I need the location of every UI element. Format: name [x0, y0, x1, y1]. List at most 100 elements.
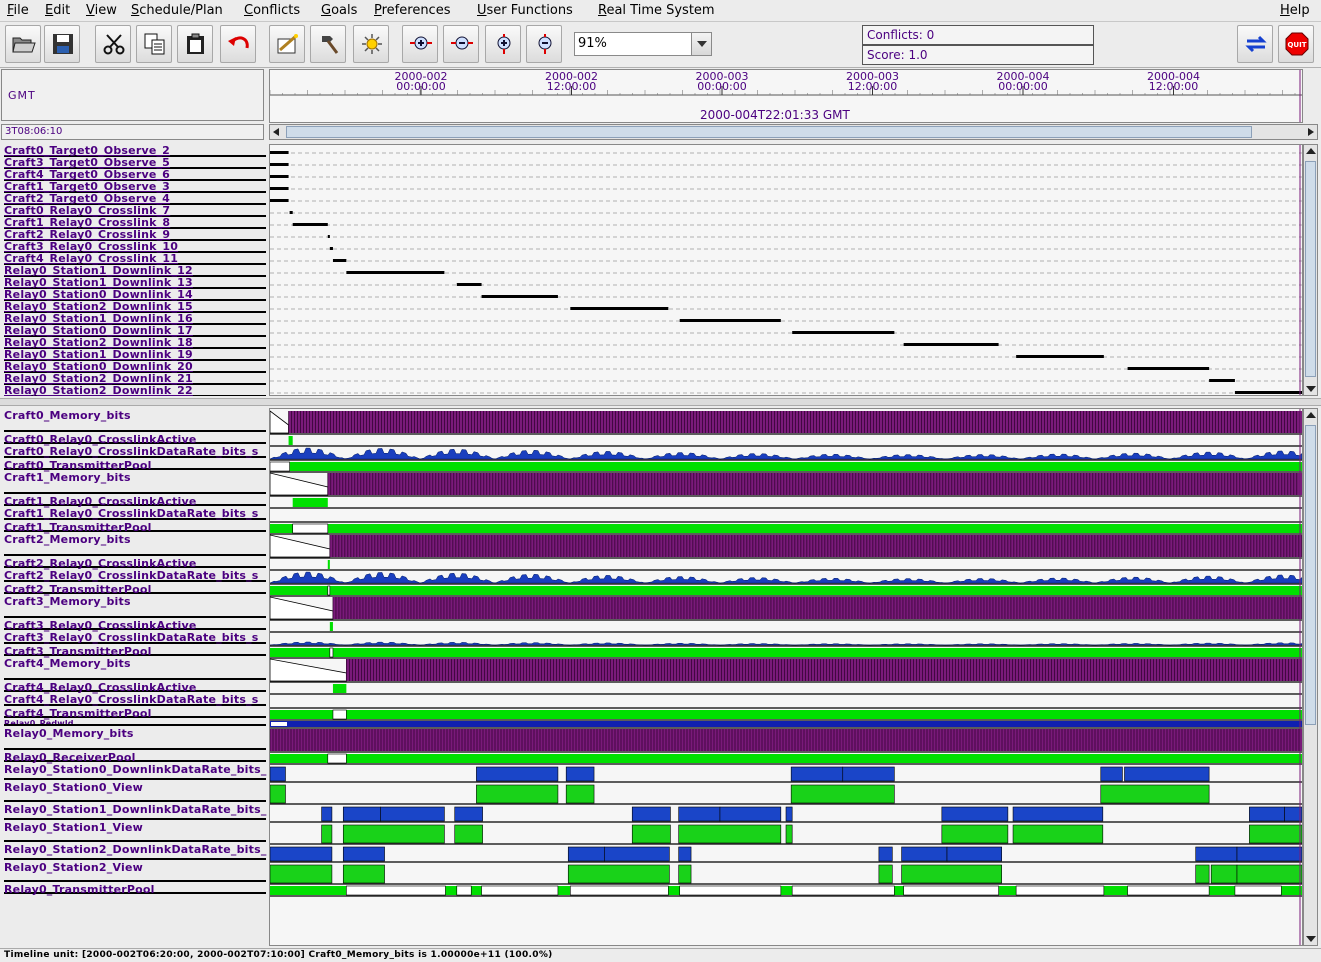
menu-schedule-plan[interactable]: Schedule/Plan — [131, 3, 223, 18]
view-block — [1100, 784, 1210, 804]
menu-goals[interactable]: Goals — [321, 3, 357, 18]
activity-scroll-thumb[interactable] — [1305, 161, 1316, 377]
resource-name[interactable]: Relay0_Station0_DownlinkDataRate_bits_ — [4, 764, 266, 780]
activity-bar — [1234, 391, 1302, 394]
downlink-block — [270, 766, 286, 782]
resource-name[interactable]: Craft1_Relay0_CrosslinkActive — [4, 496, 266, 507]
menu-user-functions[interactable]: User Functions — [477, 3, 573, 18]
downlink-block — [631, 806, 671, 822]
resource-name[interactable]: Craft2_Relay0_CrosslinkDataRate_bits_s — [4, 570, 266, 582]
resource-name[interactable]: Craft4_Memory_bits — [4, 658, 266, 680]
resource-name[interactable]: Craft2_Relay0_CrosslinkActive — [4, 558, 266, 569]
repair-button[interactable] — [310, 25, 346, 63]
downlink-block — [321, 806, 333, 822]
menu-real-time-system[interactable]: Real Time System — [598, 3, 715, 18]
activity-timeline[interactable] — [269, 144, 1303, 396]
resource-name[interactable]: Relay0_Pedwld — [4, 720, 266, 726]
resource-name[interactable]: Craft0_Relay0_CrosslinkActive — [4, 434, 266, 445]
scroll-up-icon[interactable] — [1306, 412, 1316, 418]
split-pane-divider[interactable] — [0, 398, 1321, 406]
quit-button[interactable]: QUIT — [1278, 25, 1314, 63]
zoom-out-button[interactable] — [526, 25, 562, 63]
activity-name[interactable]: Relay0_Station2_Downlink_22 — [4, 385, 266, 396]
resource-name[interactable]: Relay0_Station1_DownlinkDataRate_bits_ — [4, 804, 266, 820]
downlink-block — [1012, 806, 1104, 822]
view-block — [454, 824, 483, 844]
pool-gap — [1234, 885, 1282, 896]
resource-name[interactable]: Craft0_TransmitterPool — [4, 460, 266, 471]
activity-vertical-scrollbar[interactable] — [1303, 144, 1318, 396]
datarate-profile — [270, 447, 1302, 460]
score-value: Score: 1.0 — [862, 45, 1094, 65]
undo-button[interactable] — [220, 25, 256, 63]
memory-decline — [270, 658, 347, 682]
resource-name[interactable]: Relay0_Station2_View — [4, 862, 266, 882]
resource-name[interactable]: Craft3_Memory_bits — [4, 596, 266, 618]
axis-tick-label: 2000-002 12:00:00 — [532, 71, 612, 92]
horizontal-scroll-thumb[interactable] — [286, 126, 1252, 138]
menu-help[interactable]: Help — [1280, 3, 1310, 18]
downlink-block — [565, 766, 595, 782]
activity-bar — [481, 295, 558, 298]
scroll-left-icon[interactable] — [273, 128, 279, 136]
resource-name[interactable]: Relay0_Station0_View — [4, 782, 266, 802]
resource-name[interactable]: Relay0_Station2_DownlinkDataRate_bits_ — [4, 844, 266, 860]
save-button[interactable] — [44, 25, 80, 63]
horizontal-scrollbar[interactable] — [269, 124, 1318, 140]
zoom-fit-button[interactable] — [402, 25, 438, 63]
resource-name[interactable]: Craft0_Relay0_CrosslinkDataRate_bits_s — [4, 446, 266, 458]
menu-conflicts[interactable]: Conflicts — [244, 3, 300, 18]
state-on-block — [329, 622, 333, 631]
menu-preferences[interactable]: Preferences — [374, 3, 450, 18]
resource-timeline[interactable] — [269, 408, 1303, 946]
pool-gap — [1015, 885, 1105, 896]
scroll-down-icon[interactable] — [1306, 936, 1316, 942]
resource-vertical-scrollbar[interactable] — [1303, 408, 1318, 946]
scroll-down-icon[interactable] — [1306, 386, 1316, 392]
swap-button[interactable] — [1237, 25, 1273, 63]
downlink-block — [454, 806, 483, 822]
optimize-button[interactable] — [353, 25, 389, 63]
resource-name[interactable]: Craft2_Memory_bits — [4, 534, 266, 556]
resource-name[interactable]: Craft1_TransmitterPool — [4, 522, 266, 533]
resource-name[interactable]: Craft4_Relay0_CrosslinkActive — [4, 682, 266, 693]
schedule-button[interactable] — [269, 25, 305, 63]
resource-name[interactable]: Craft3_Relay0_CrosslinkActive — [4, 620, 266, 631]
resource-name[interactable]: Craft1_Memory_bits — [4, 472, 266, 494]
axis-tick-time: 00:00:00 — [998, 80, 1048, 93]
downlink-block — [1195, 846, 1238, 862]
resource-name[interactable]: Craft4_TransmitterPool — [4, 708, 266, 719]
time-axis[interactable]: 2000-002 00:00:00 2000-002 12:00:00 2000-003… — [269, 69, 1303, 123]
zoom-fit-icon — [410, 36, 432, 50]
chevron-down-icon[interactable] — [691, 33, 711, 55]
resource-name[interactable]: Relay0_Memory_bits — [4, 728, 266, 750]
view-block — [270, 784, 286, 804]
axis-tick-time: 12:00:00 — [847, 80, 898, 93]
menu-view[interactable]: View — [86, 3, 117, 18]
resource-name[interactable]: Relay0_ReceiverPool — [4, 752, 266, 763]
activity-bar — [270, 187, 289, 190]
scroll-up-icon[interactable] — [1306, 148, 1316, 154]
scroll-right-icon[interactable] — [1308, 128, 1314, 136]
resource-scroll-thumb[interactable] — [1305, 425, 1316, 725]
state-on-block — [327, 560, 330, 569]
copy-button[interactable] — [136, 25, 172, 63]
resource-name[interactable]: Craft1_Relay0_CrosslinkDataRate_bits_s — [4, 508, 266, 520]
zoom-select[interactable]: 91% — [574, 32, 712, 56]
open-button[interactable] — [5, 25, 41, 63]
resource-name[interactable]: Craft4_Relay0_CrosslinkDataRate_bits_s — [4, 694, 266, 706]
resource-name[interactable]: Craft2_TransmitterPool — [4, 584, 266, 595]
menu-file[interactable]: File — [7, 3, 29, 18]
resource-name[interactable]: Craft3_Relay0_CrosslinkDataRate_bits_s — [4, 632, 266, 644]
resource-name[interactable]: Relay0_Station1_View — [4, 822, 266, 842]
paste-button[interactable] — [177, 25, 213, 63]
cut-button[interactable] — [95, 25, 131, 63]
activity-name-list: Craft0_Target0_Observe_2 Craft3_Target0_O… — [1, 144, 267, 396]
zoom-value: 91% — [578, 36, 607, 51]
resource-name[interactable]: Craft3_TransmitterPool — [4, 646, 266, 657]
menu-edit[interactable]: Edit — [45, 3, 70, 18]
resource-name[interactable]: Craft0_Memory_bits — [4, 410, 266, 432]
zoom-out-time-button[interactable] — [485, 25, 521, 63]
resource-name[interactable]: Relay0_TransmitterPool — [4, 884, 266, 895]
zoom-in-button[interactable] — [443, 25, 479, 63]
